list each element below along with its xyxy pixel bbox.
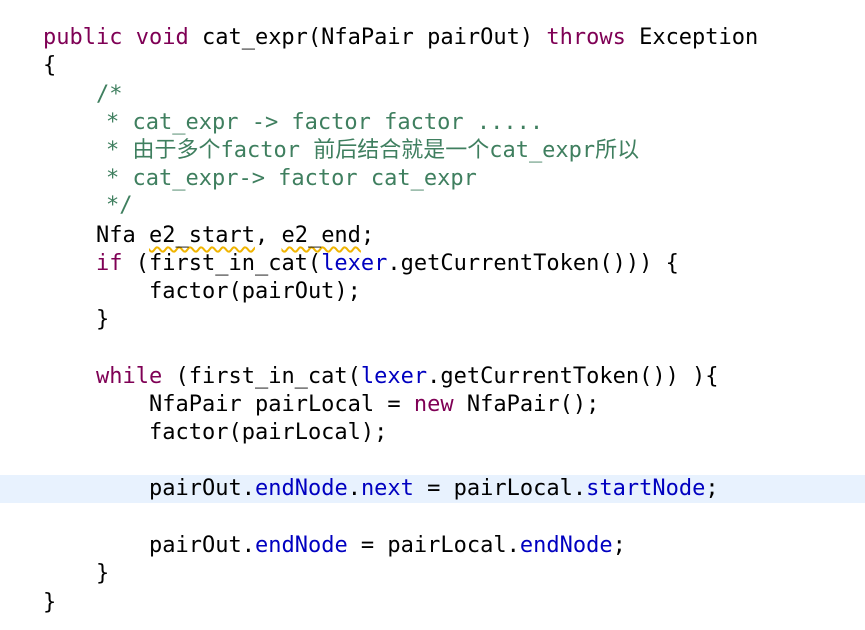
comment-text: * 由于多个factor 前后结合就是一个cat_expr所以 bbox=[106, 138, 640, 163]
brace: } bbox=[96, 561, 110, 586]
keyword-throws: throws bbox=[546, 25, 626, 50]
field-endnode: endNode bbox=[254, 533, 348, 558]
keyword-while: while bbox=[96, 364, 163, 389]
keyword-if: if bbox=[96, 251, 123, 276]
code-text: = pairLocal. bbox=[347, 533, 520, 558]
code-text: ; bbox=[360, 223, 375, 248]
code-text: pairOut. bbox=[149, 533, 255, 558]
code-text: ; bbox=[705, 476, 719, 501]
brace: } bbox=[43, 590, 57, 615]
code-text: NfaPair pairLocal = bbox=[149, 392, 414, 417]
code-text: ; bbox=[612, 533, 626, 558]
code-line-factor-call: factor(pairOut); bbox=[0, 278, 865, 306]
code-line-if: if (first_in_cat(lexer.getCurrentToken()… bbox=[0, 250, 865, 278]
code-text: , bbox=[254, 223, 282, 248]
code-text: Nfa bbox=[96, 223, 149, 248]
code-line-comment-start: /* bbox=[0, 81, 865, 109]
code-text: pairOut. bbox=[149, 476, 255, 501]
field-startnode: startNode bbox=[586, 476, 706, 501]
code-text: (first_in_cat( bbox=[122, 251, 322, 276]
code-line-var-declaration: Nfa e2_start, e2_end; bbox=[0, 222, 865, 250]
code-text: .getCurrentToken()) ){ bbox=[427, 364, 719, 389]
code-line-factor-call: factor(pairLocal); bbox=[0, 419, 865, 447]
keyword-public: public bbox=[43, 25, 123, 50]
code-text: = pairLocal. bbox=[413, 476, 587, 501]
comment-text: * cat_expr -> factor factor ..... bbox=[106, 110, 544, 135]
code-line-comment: * 由于多个factor 前后结合就是一个cat_expr所以 bbox=[0, 137, 865, 165]
code-text: (first_in_cat( bbox=[162, 364, 361, 389]
brace: } bbox=[96, 307, 110, 332]
field-lexer: lexer bbox=[321, 251, 388, 276]
code-text: . bbox=[347, 476, 361, 501]
comment-text: */ bbox=[106, 193, 133, 218]
comment-text: * cat_expr-> factor cat_expr bbox=[106, 166, 477, 191]
field-endnode: endNode bbox=[519, 533, 613, 558]
keyword-void: void bbox=[135, 25, 189, 50]
code-text: .getCurrentToken())) { bbox=[387, 251, 679, 276]
code-line-current-highlighted[interactable]: pairOut.endNode.next = pairLocal.startNo… bbox=[0, 475, 865, 503]
field-next: next bbox=[360, 476, 414, 501]
code-text: factor(pairLocal); bbox=[149, 420, 388, 445]
keyword-new: new bbox=[413, 392, 454, 417]
code-text: factor(pairOut); bbox=[149, 279, 361, 304]
code-line-close-brace: } bbox=[0, 306, 865, 334]
code-line-comment: * cat_expr-> factor cat_expr bbox=[0, 165, 865, 193]
field-endnode: endNode bbox=[254, 476, 348, 501]
code-line-comment-end: */ bbox=[0, 192, 865, 220]
code-line-new-pair: NfaPair pairLocal = new NfaPair(); bbox=[0, 391, 865, 419]
code-line-comment: * cat_expr -> factor factor ..... bbox=[0, 109, 865, 137]
code-text: NfaPair(); bbox=[453, 392, 600, 417]
code-line-assign-endnode: pairOut.endNode = pairLocal.endNode; bbox=[0, 532, 865, 560]
code-line-while: while (first_in_cat(lexer.getCurrentToke… bbox=[0, 363, 865, 391]
code-line-close-brace: } bbox=[0, 560, 865, 588]
code-line-open-brace: { bbox=[0, 52, 865, 80]
code-line-method-signature: public void cat_expr(NfaPair pairOut) th… bbox=[0, 24, 865, 52]
field-lexer: lexer bbox=[360, 364, 428, 389]
code-editor[interactable]: public void cat_expr(NfaPair pairOut) th… bbox=[0, 0, 865, 630]
warning-variable-e2-start[interactable]: e2_start bbox=[149, 223, 255, 248]
brace: { bbox=[43, 53, 57, 78]
warning-variable-e2-end[interactable]: e2_end bbox=[281, 223, 360, 248]
exception-type: Exception bbox=[625, 25, 759, 50]
code-line-close-brace: } bbox=[0, 589, 865, 617]
method-signature: cat_expr(NfaPair pairOut) bbox=[188, 25, 547, 50]
comment-text: /* bbox=[96, 82, 123, 107]
